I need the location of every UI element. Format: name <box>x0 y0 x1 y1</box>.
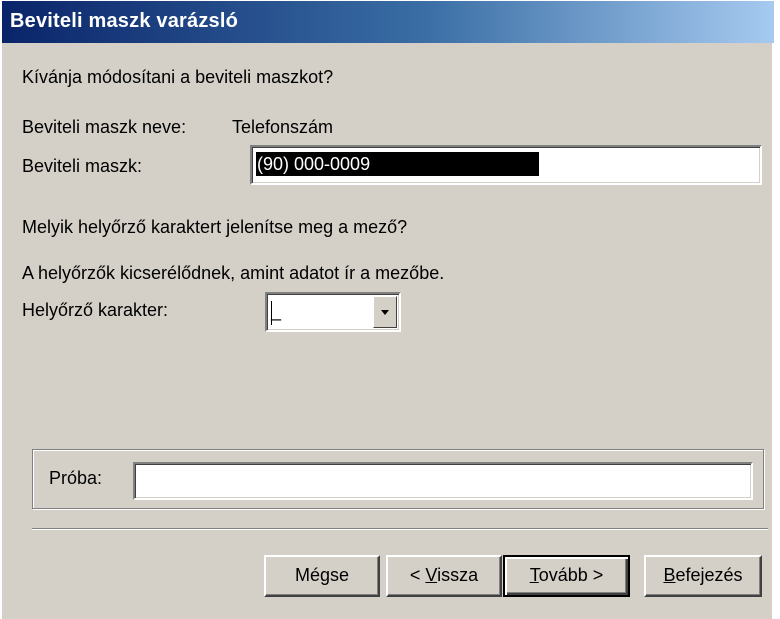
placeholder-info-text: A helyőrzők kicserélődnek, amint adatot … <box>22 263 445 283</box>
mask-name-value: Telefonszám <box>232 117 334 137</box>
sample-label: Próba: <box>49 468 103 488</box>
chevron-down-icon <box>381 310 389 315</box>
cancel-button[interactable]: Mégse <box>264 555 380 597</box>
input-mask-value: (90) 000-0009 <box>256 152 539 176</box>
placeholder-char-combobox[interactable]: _ <box>265 292 401 332</box>
placeholder-char-label: Helyőrző karakter: <box>22 300 169 320</box>
input-mask-field[interactable]: (90) 000-0009 <box>250 145 762 185</box>
placeholder-question-text: Melyik helyőrző karaktert jelenítse meg … <box>22 217 408 237</box>
back-button[interactable]: < Vissza <box>386 555 502 597</box>
sample-group: Próba: <box>32 449 764 509</box>
back-button-label: issza <box>437 565 479 585</box>
title-bar[interactable]: Beviteli maszk varázsló <box>2 1 774 43</box>
next-button-mnemonic: T <box>529 565 539 585</box>
dropdown-button[interactable] <box>373 296 397 328</box>
finish-button-mnemonic: B <box>663 565 676 585</box>
button-separator <box>32 528 768 530</box>
mask-name-label: Beviteli maszk neve: <box>22 117 187 137</box>
window-title: Beviteli maszk varázsló <box>10 10 239 32</box>
mask-label: Beviteli maszk: <box>22 156 143 176</box>
back-button-mnemonic: V <box>425 565 438 585</box>
wizard-dialog: Beviteli maszk varázsló Kívánja módosíta… <box>0 0 774 619</box>
finish-button-label: efejezés <box>675 565 743 585</box>
next-button[interactable]: Tovább > <box>503 555 630 597</box>
back-button-prefix: < <box>409 565 426 585</box>
question-text: Kívánja módosítani a beviteli maszkot? <box>22 67 334 87</box>
placeholder-char-value: _ <box>271 301 282 321</box>
sample-input[interactable] <box>133 462 753 500</box>
next-button-label: ovább > <box>538 565 604 585</box>
cancel-button-label: Mégse <box>294 565 350 585</box>
finish-button[interactable]: Befejezés <box>644 555 762 597</box>
